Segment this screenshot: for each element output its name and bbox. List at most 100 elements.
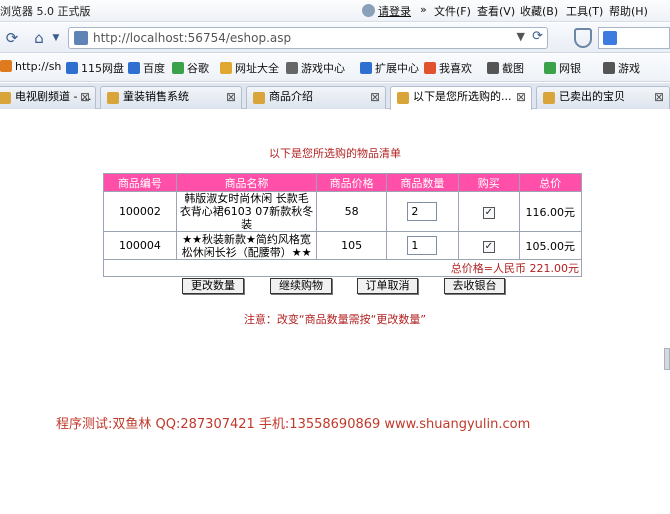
search-engine-icon[interactable] [603,31,617,45]
grand-total-row: 总价格=人民币 221.00元 [103,259,582,277]
tab-favicon-icon [543,92,555,104]
product-price: 58 [316,191,387,232]
buy-checkbox[interactable]: ✓ [482,206,495,219]
buy-cell: ✓ [457,191,520,232]
site-favicon-icon [74,31,88,45]
column-header: 商品名称 [175,173,318,192]
product-name: ★★秋装新款★简约风格宽松休闲长衫（配腰带）★★ [175,231,318,260]
quantity-cell [385,231,459,260]
tab-close-icon[interactable]: ⊠ [654,87,664,107]
browser-tab[interactable]: 电视剧频道 - ... ⊠ [0,86,96,109]
bookmark-icon [603,62,615,74]
address-dropdown-icon[interactable]: ▼ [517,30,525,43]
product-id: 100002 [103,191,177,232]
address-url[interactable]: http://localhost:56754/eshop.asp [93,31,291,45]
bookmark-item[interactable]: 百度 [128,60,165,76]
footer-credit: 程序测试:双鱼林 QQ:287307421 手机:13558690869 www… [56,417,531,432]
tab-favicon-icon [107,92,119,104]
tab-close-icon[interactable]: ⊠ [516,87,526,107]
bookmark-label: 百度 [143,62,165,75]
bookmark-icon [544,62,556,74]
tab-favicon-icon [253,92,265,104]
table-row: 100002 韩版淑女时尚休闲 长款毛衣背心裙6103 07新款秋冬装 58 ✓… [103,191,583,232]
checkout-button[interactable]: 去收银台 [444,278,505,294]
bookmark-item[interactable]: 游戏 [603,60,640,76]
tab-favicon-icon [0,92,11,104]
cancel-order-button[interactable]: 订单取消 [357,278,418,294]
quantity-input[interactable] [407,236,438,255]
tab-close-icon[interactable]: ⊠ [370,87,380,107]
continue-shopping-button[interactable]: 继续购物 [270,278,332,294]
bookmark-item[interactable]: 网银 [544,60,581,76]
bookmark-icon [360,62,372,74]
shield-icon[interactable] [574,28,592,48]
bookmark-item[interactable]: 115网盘 [66,60,124,76]
quantity-input[interactable] [407,202,438,221]
page-heading: 以下是您所选购的物品清单 [269,147,401,160]
bookmark-label: http://sh [15,60,62,73]
bookmark-icon [66,62,78,74]
bookmark-label: 截图 [502,62,524,75]
tab-strip: 电视剧频道 - ... ⊠ 童装销售系统 ⊠ 商品介绍 ⊠ 以下是您所选购的... ⊠ 已卖出的… [0,83,670,110]
tab-label: 商品介绍 [269,90,313,103]
tab-close-icon[interactable]: ⊠ [80,87,90,107]
browser-tab[interactable]: 以下是您所选购的... ⊠ [390,86,532,110]
bookmark-label: 谷歌 [187,62,209,75]
row-total: 116.00元 [518,191,583,232]
bookmark-item[interactable]: 游戏中心 [286,60,345,76]
table-header-row: 商品编号 商品名称 商品价格 商品数量 购买 总价 [103,173,583,192]
tab-label: 以下是您所选购的... [413,90,512,103]
page-content: 以下是您所选购的物品清单 商品编号 商品名称 商品价格 商品数量 购买 总价 1… [0,110,670,514]
bookmark-icon [286,62,298,74]
tab-close-icon[interactable]: ⊠ [226,87,236,107]
home-dropdown-icon[interactable]: ▼ [50,27,62,49]
column-header: 商品价格 [316,173,387,192]
search-box[interactable] [598,27,670,49]
bookmarks-bar: http://sh 115网盘 百度 谷歌 网址大全 游戏中心 扩展中心 我喜欢 截图 网银 游戏 [0,54,670,82]
bookmark-item[interactable]: 扩展中心 [360,60,419,76]
bookmark-item[interactable]: 截图 [487,60,524,76]
bookmark-icon [424,62,436,74]
bookmark-item[interactable]: 谷歌 [172,60,209,76]
bookmark-icon [220,62,232,74]
column-header: 商品数量 [385,173,459,192]
row-total: 105.00元 [518,231,583,260]
bookmark-item[interactable]: 网址大全 [220,60,279,76]
tab-label: 童装销售系统 [123,90,189,103]
product-name: 韩版淑女时尚休闲 长款毛衣背心裙6103 07新款秋冬装 [175,191,318,232]
browser-tab[interactable]: 商品介绍 ⊠ [246,86,386,109]
bookmark-label: 115网盘 [81,62,124,75]
tab-label: 已卖出的宝贝 [559,90,625,103]
bookmark-item[interactable]: 我喜欢 [424,60,472,76]
tab-favicon-icon [397,92,409,104]
menu-view[interactable]: 查看(V) [477,3,515,19]
bookmark-icon [0,60,12,72]
menu-tools[interactable]: 工具(T) [566,3,603,19]
menu-more[interactable]: » [420,3,427,16]
home-icon[interactable]: ⌂ [28,27,50,49]
table-row: 100004 ★★秋装新款★简约风格宽松休闲长衫（配腰带）★★ 105 ✓ 10… [103,231,583,260]
title-bar: 浏览器 5.0 正式版 请登录 » 文件(F) 查看(V) 收藏(B) 工具(T… [0,0,670,22]
refresh-icon[interactable]: ⟳ [2,27,22,49]
scrollbar-handle[interactable] [664,348,670,370]
product-id: 100004 [103,231,177,260]
bookmark-item[interactable]: http://sh [0,60,61,73]
buy-checkbox[interactable]: ✓ [482,240,495,253]
bookmark-icon [128,62,140,74]
navigation-bar: ⟳ ⌂ ▼ http://localhost:56754/eshop.asp ▼… [0,23,670,53]
browser-tab[interactable]: 已卖出的宝贝 ⊠ [536,86,670,109]
address-refresh-icon[interactable]: ⟳ [532,29,543,44]
browser-tab[interactable]: 童装销售系统 ⊠ [100,86,242,109]
menu-file[interactable]: 文件(F) [434,3,471,19]
menu-help[interactable]: 帮助(H) [609,3,648,19]
login-link[interactable]: 请登录 [378,3,411,19]
address-bar[interactable]: http://localhost:56754/eshop.asp ▼ ⟳ [68,27,548,49]
bookmark-icon [487,62,499,74]
update-quantity-button[interactable]: 更改数量 [182,278,244,294]
menu-favorites[interactable]: 收藏(B) [520,3,558,19]
column-header: 总价 [518,173,583,192]
bookmark-icon [172,62,184,74]
bookmark-label: 网址大全 [235,62,279,75]
user-icon [362,4,375,17]
bookmark-label: 游戏 [618,62,640,75]
